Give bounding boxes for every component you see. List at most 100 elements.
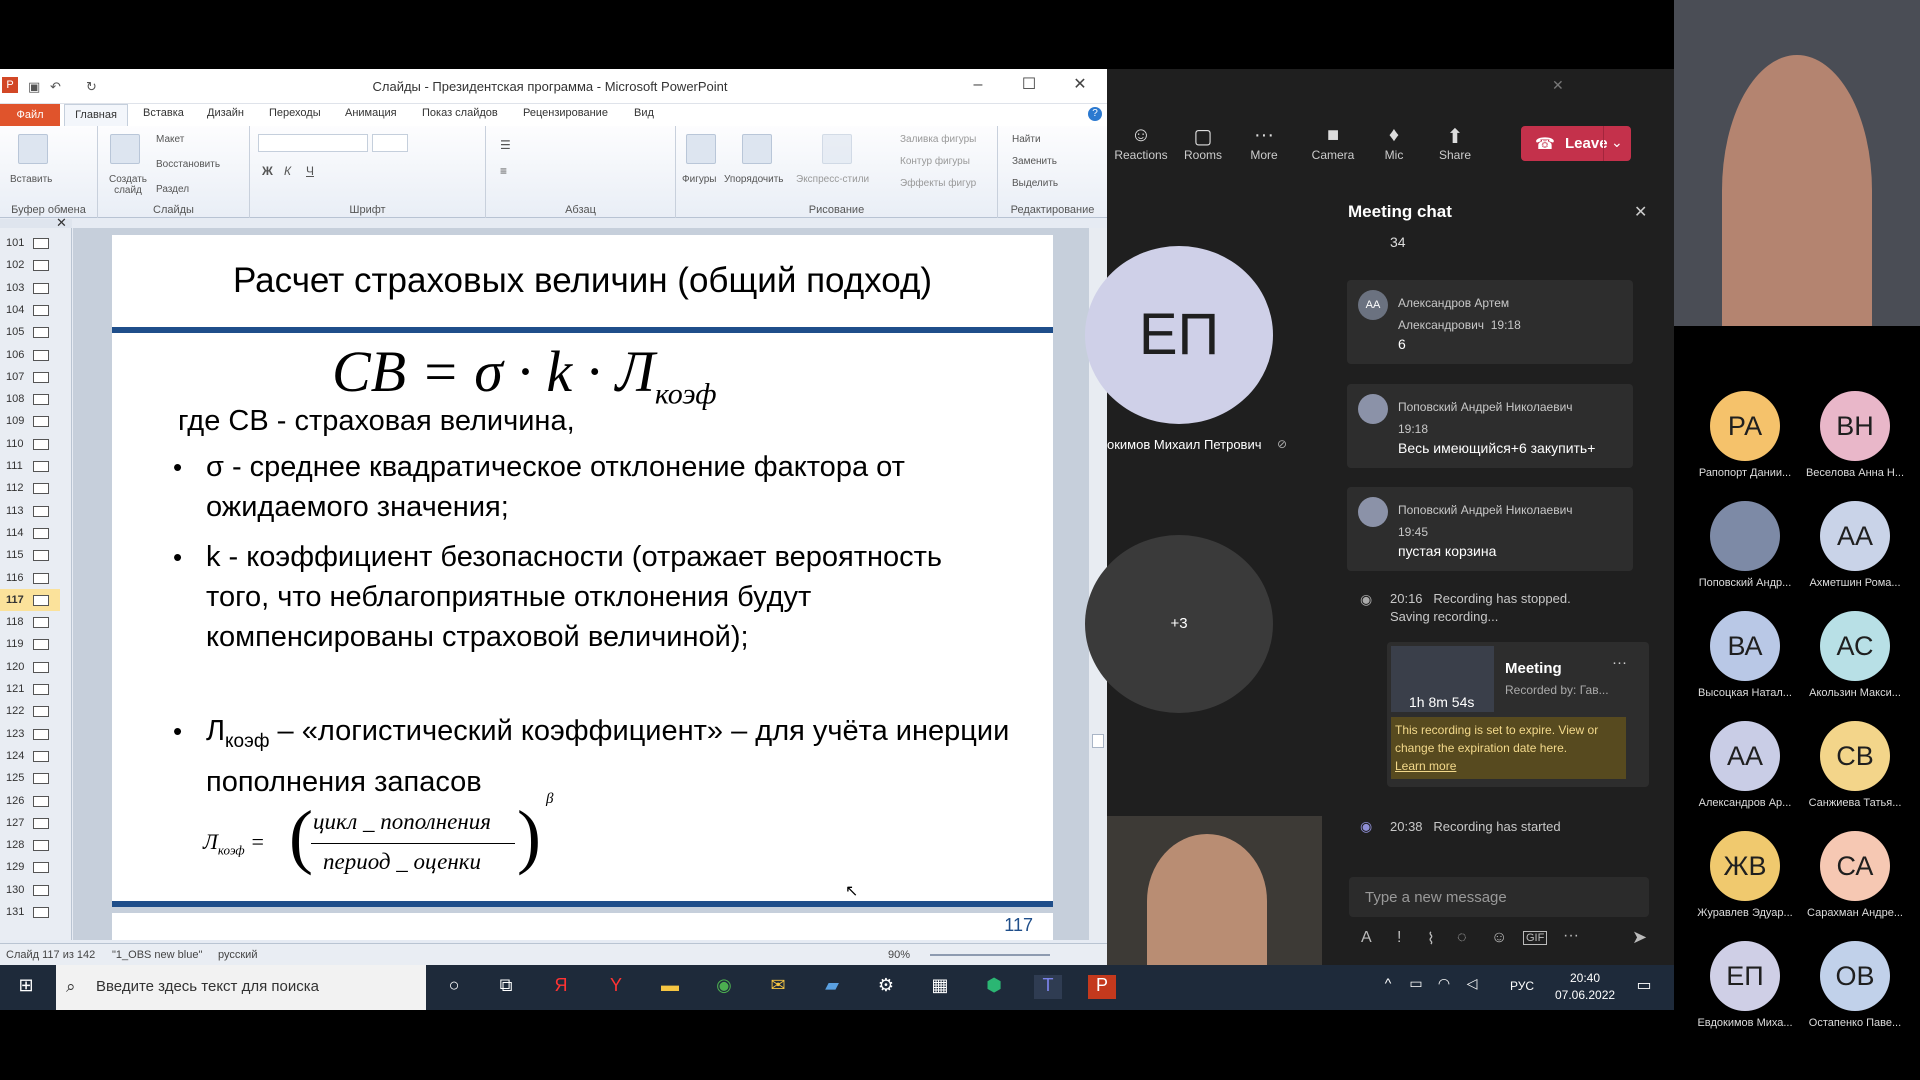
thumbnail-preview[interactable] xyxy=(33,394,49,406)
send-icon[interactable]: ➤ xyxy=(1632,927,1647,948)
volume-icon[interactable]: ◁ xyxy=(1458,975,1486,999)
format-icon[interactable]: A xyxy=(1361,929,1372,947)
tab-animation[interactable]: Анимация xyxy=(345,107,397,119)
leave-button[interactable]: ☎ Leave ⌄ xyxy=(1521,126,1631,161)
chevron-down-icon[interactable]: ⌄ xyxy=(1611,134,1623,151)
shapes-icon[interactable] xyxy=(686,134,716,164)
thumbnail-preview[interactable] xyxy=(33,728,49,740)
quick-styles-icon[interactable] xyxy=(822,134,852,164)
tray-chevron-icon[interactable]: ^ xyxy=(1374,975,1402,999)
slide-thumbnail[interactable]: 102 xyxy=(0,254,60,276)
thumbnail-preview[interactable] xyxy=(33,639,49,651)
participant-tile[interactable]: ЖВ Журавлев Эдуар... xyxy=(1690,831,1800,919)
thumbnail-preview[interactable] xyxy=(33,304,49,316)
files-icon[interactable]: ▰ xyxy=(818,975,846,999)
slide-thumbnail[interactable]: 106 xyxy=(0,344,60,366)
tab-view[interactable]: Вид xyxy=(634,107,654,119)
slide-thumbnail[interactable]: 118 xyxy=(0,611,60,633)
slide-thumbnail[interactable]: 130 xyxy=(0,879,60,901)
section-button[interactable]: Раздел xyxy=(156,184,189,195)
slide-thumbnail[interactable]: 112 xyxy=(0,477,60,499)
slide-thumbnail[interactable]: 121 xyxy=(0,678,60,700)
thumbnail-preview[interactable] xyxy=(33,862,49,874)
overflow-participants[interactable]: +3 xyxy=(1085,535,1273,713)
mic-button[interactable]: ♦ Mic xyxy=(1364,124,1424,162)
layout-button[interactable]: Макет xyxy=(156,134,184,145)
slide-thumbnail[interactable]: 103 xyxy=(0,277,60,299)
thumbnail-preview[interactable] xyxy=(33,349,49,361)
help-icon[interactable]: ? xyxy=(1088,107,1102,121)
slide-thumbnail[interactable]: 115 xyxy=(0,544,60,566)
bullets-icon[interactable]: ☰ xyxy=(500,138,511,152)
slide[interactable]: Расчет страховых величин (общий подход) … xyxy=(112,235,1053,907)
thumbnail-preview[interactable] xyxy=(33,795,49,807)
participant-tile[interactable]: РА Рапопорт Дании... xyxy=(1690,391,1800,479)
slide-thumbnail[interactable]: 125 xyxy=(0,767,60,789)
explorer-icon[interactable]: ▬ xyxy=(656,975,684,999)
slide-thumbnail[interactable]: 129 xyxy=(0,856,60,878)
settings-icon[interactable]: ⚙ xyxy=(872,975,900,999)
tab-transitions[interactable]: Переходы xyxy=(269,107,321,119)
bold-button[interactable]: Ж xyxy=(262,164,273,178)
share-button[interactable]: ⬆ Share xyxy=(1425,124,1485,162)
slide-title[interactable]: Расчет страховых величин (общий подход) xyxy=(112,261,1053,301)
participant-tile[interactable]: ОВ Остапенко Паве... xyxy=(1800,941,1910,1029)
tab-design[interactable]: Дизайн xyxy=(207,107,244,119)
slide-thumbnail[interactable]: 127 xyxy=(0,812,60,834)
thumbnail-preview[interactable] xyxy=(33,817,49,829)
arrange-icon[interactable] xyxy=(742,134,772,164)
undo-icon[interactable]: ↶ xyxy=(50,79,61,95)
slide-thumbnail[interactable]: 110 xyxy=(0,433,60,455)
thumbnail-preview[interactable] xyxy=(33,594,49,606)
camera-button[interactable]: ■ Camera xyxy=(1303,124,1363,162)
close-button[interactable]: ✕ xyxy=(1060,73,1100,97)
participant-tile[interactable]: ВА Высоцкая Натал... xyxy=(1690,611,1800,699)
participant-tile[interactable]: Поповский Андр... xyxy=(1690,501,1800,589)
window-close-icon[interactable]: ✕ xyxy=(1552,77,1564,94)
loop-icon[interactable]: ◌ xyxy=(1457,929,1467,947)
thumbnail-preview[interactable] xyxy=(33,884,49,896)
tab-home[interactable]: Главная xyxy=(64,104,128,126)
participant-tile[interactable]: ЕП Евдокимов Миха... xyxy=(1690,941,1800,1029)
chat-message[interactable]: АА Александров Артем Александрович 19:18… xyxy=(1347,280,1633,364)
language-label[interactable]: русский xyxy=(218,949,257,961)
important-icon[interactable]: ! xyxy=(1397,929,1401,947)
thumbnail-preview[interactable] xyxy=(33,483,49,495)
thumbnail-preview[interactable] xyxy=(33,371,49,383)
network-icon[interactable]: ◠ xyxy=(1430,975,1458,999)
slide-thumbnail[interactable]: 122 xyxy=(0,700,60,722)
slide-thumbnail[interactable]: 108 xyxy=(0,388,60,410)
slide-thumbnail[interactable]: 107 xyxy=(0,366,60,388)
thumbnail-preview[interactable] xyxy=(33,750,49,762)
thumbnail-preview[interactable] xyxy=(33,661,49,673)
more-button[interactable]: ··· More xyxy=(1234,124,1294,162)
slide-thumbnail[interactable]: 113 xyxy=(0,500,60,522)
yandex-icon[interactable]: Я xyxy=(547,975,575,999)
underline-button[interactable]: Ч xyxy=(306,164,314,178)
input-language[interactable]: РУС xyxy=(1510,979,1534,993)
thumbnail-preview[interactable] xyxy=(33,416,49,428)
where-line[interactable]: где СВ - страховая величина, xyxy=(178,401,575,441)
slide-thumbnail[interactable]: 111 xyxy=(0,455,60,477)
app-icon[interactable]: ⬢ xyxy=(980,975,1008,999)
thumbnail-preview[interactable] xyxy=(33,617,49,629)
rooms-button[interactable]: ▢ Rooms xyxy=(1173,124,1233,162)
slide-thumbnail[interactable]: 117 xyxy=(0,588,60,611)
slide-thumbnail[interactable]: 114 xyxy=(0,522,60,544)
bullet-logistic[interactable]: Лкоэф – «логистический коэффициент» – дл… xyxy=(206,711,1016,802)
tab-slideshow[interactable]: Показ слайдов xyxy=(422,107,498,119)
slide-thumbnail[interactable]: 123 xyxy=(0,723,60,745)
emoji-icon[interactable]: ☺ xyxy=(1491,929,1507,947)
attach-icon[interactable]: ⌇ xyxy=(1427,929,1435,949)
participant-tile[interactable]: СВ Санжиева Татья... xyxy=(1800,721,1910,809)
recording-thumbnail[interactable]: 1h 8m 54s xyxy=(1391,646,1494,712)
more-options-icon[interactable]: ··· xyxy=(1563,927,1579,945)
participant-tile[interactable]: АА Александров Ар... xyxy=(1690,721,1800,809)
participant-tile[interactable]: ВН Веселова Анна Н... xyxy=(1800,391,1910,479)
participant-avatar[interactable]: ЕП xyxy=(1085,246,1273,424)
paste-button[interactable]: Вставить xyxy=(10,174,52,185)
redo-icon[interactable]: ↻ xyxy=(86,79,97,95)
slide-thumbnail[interactable]: 128 xyxy=(0,834,60,856)
thumbnail-preview[interactable] xyxy=(33,260,49,272)
participant-tile[interactable]: АС Акользин Макси... xyxy=(1800,611,1910,699)
